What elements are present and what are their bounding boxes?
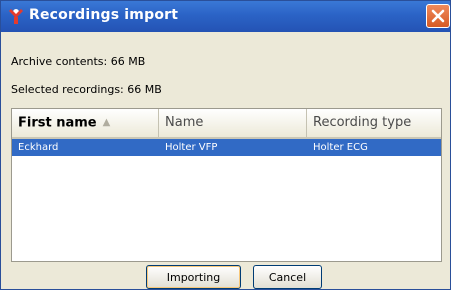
close-icon [431,9,445,23]
table-row[interactable]: Eckhard Holter VFP Holter ECG [12,139,441,156]
import-button[interactable]: Importing [146,265,241,289]
recordings-import-dialog: Recordings import Archive contents: 66 M… [0,0,451,290]
selected-recordings-label: Selected recordings: 66 MB [11,83,162,96]
column-header-label: First name [18,115,97,131]
recordings-table[interactable]: First name ▲ Name Recording type Eckhard … [11,108,442,262]
column-header-name[interactable]: Name [159,109,307,137]
sort-ascending-icon: ▲ [102,117,111,128]
archive-contents-label: Archive contents: 66 MB [11,55,146,68]
table-header: First name ▲ Name Recording type [12,109,441,139]
column-header-first-name[interactable]: First name ▲ [12,109,159,137]
column-header-recording-type[interactable]: Recording type [307,109,441,137]
cell-recording-type: Holter ECG [313,142,368,153]
close-button[interactable] [426,4,450,28]
dialog-title: Recordings import [29,7,179,23]
dialog-content: Archive contents: 66 MB Selected recordi… [1,32,450,289]
app-logo-icon [8,8,24,25]
cell-first-name: Eckhard [18,142,59,153]
column-header-label: Recording type [313,115,412,130]
title-bar[interactable]: Recordings import [1,1,450,32]
column-header-label: Name [165,115,204,130]
cancel-button[interactable]: Cancel [253,265,322,289]
cell-name: Holter VFP [165,142,218,153]
